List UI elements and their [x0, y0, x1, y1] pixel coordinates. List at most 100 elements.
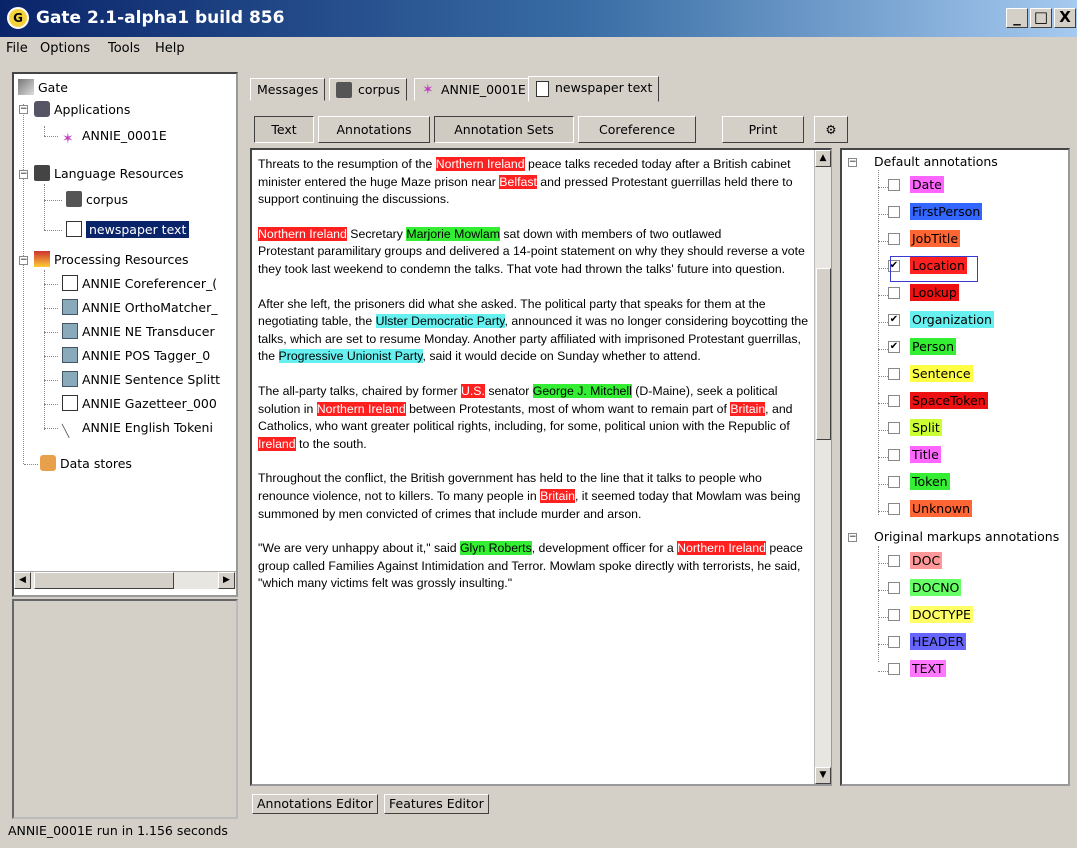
text-vertical-scrollbar[interactable]: ▲ ▼: [814, 150, 831, 784]
tab-newspaper-text[interactable]: newspaper text: [528, 76, 660, 102]
location-annotation[interactable]: Britain: [540, 488, 575, 503]
original-markups-group[interactable]: Original markups annotations: [874, 529, 1059, 544]
annotation-type-row[interactable]: ✔ Person: [888, 338, 957, 360]
tab-annotations-editor[interactable]: Annotations Editor: [252, 794, 379, 814]
checkbox[interactable]: [888, 232, 900, 245]
minimize-button[interactable]: _: [1006, 8, 1028, 28]
checkbox[interactable]: [888, 554, 900, 567]
tree-data-stores[interactable]: Data stores: [40, 454, 132, 474]
annotation-type-row[interactable]: Sentence: [888, 365, 973, 387]
tree-root[interactable]: Gate: [18, 78, 68, 98]
tab-messages[interactable]: Messages: [250, 78, 326, 101]
tree-item-annie-app[interactable]: ✶ ANNIE_0001E: [62, 126, 167, 147]
organization-annotation[interactable]: Progressive Unionist Party: [278, 349, 423, 364]
tree-language-resources[interactable]: Language Resources: [34, 164, 184, 184]
menu-options[interactable]: Options: [40, 41, 90, 56]
location-annotation[interactable]: Ireland: [258, 436, 296, 451]
annotation-type-row[interactable]: TEXT: [888, 660, 946, 682]
annotation-type-row[interactable]: Token: [888, 473, 950, 495]
location-annotation[interactable]: Belfast: [499, 174, 537, 189]
annotation-type-row[interactable]: Lookup: [888, 284, 959, 306]
menu-file[interactable]: File: [6, 41, 28, 56]
tree-processing-resources[interactable]: Processing Resources: [34, 250, 189, 270]
annotation-type-row[interactable]: ✔ Organization: [888, 311, 994, 333]
collapse-icon[interactable]: −: [19, 105, 28, 114]
annotations-button[interactable]: Annotations: [318, 116, 430, 143]
checkbox[interactable]: [888, 421, 900, 434]
annotation-sets-button[interactable]: Annotation Sets: [434, 116, 574, 143]
annotation-type-row[interactable]: DOC: [888, 552, 943, 574]
text-button[interactable]: Text: [254, 116, 314, 143]
checkbox[interactable]: [888, 608, 900, 621]
location-annotation[interactable]: Britain: [730, 401, 766, 416]
checkbox[interactable]: [888, 286, 900, 299]
scroll-right-icon[interactable]: ▶: [218, 572, 235, 589]
annotation-type-row[interactable]: Split: [888, 419, 942, 441]
document-text-panel[interactable]: Threats to the resumption of the Norther…: [250, 148, 832, 786]
location-annotation[interactable]: Northern Ireland: [258, 226, 347, 241]
tab-corpus[interactable]: corpus: [329, 78, 408, 101]
checkbox[interactable]: [888, 394, 900, 407]
tree-horizontal-scrollbar[interactable]: ◀ ▶: [14, 571, 236, 589]
location-annotation[interactable]: U.S.: [460, 383, 485, 398]
tab-annie[interactable]: ✶ ANNIE_0001E: [414, 78, 533, 101]
document-text[interactable]: Threats to the resumption of the Norther…: [258, 156, 814, 610]
print-button[interactable]: Print: [722, 116, 804, 143]
coreference-button[interactable]: Coreference: [578, 116, 696, 143]
scroll-down-icon[interactable]: ▼: [815, 767, 831, 784]
person-annotation[interactable]: George J. Mitchell: [532, 383, 632, 398]
tree-guide-line: [23, 104, 24, 464]
tree-item-pr[interactable]: ANNIE NE Transducer: [62, 322, 215, 342]
scroll-thumb[interactable]: [816, 268, 831, 440]
person-annotation[interactable]: Marjorie Mowlam: [406, 226, 500, 241]
tree-item-pr[interactable]: ANNIE OrthoMatcher_: [62, 298, 217, 318]
checked-checkbox[interactable]: ✔: [888, 313, 900, 326]
annotation-type-row[interactable]: DOCNO: [888, 579, 962, 601]
collapse-icon[interactable]: −: [19, 256, 28, 265]
location-annotation[interactable]: Northern Ireland: [677, 541, 766, 556]
organization-annotation[interactable]: Ulster Democratic Party: [375, 314, 505, 329]
scroll-left-icon[interactable]: ◀: [14, 572, 31, 589]
tree-item-pr[interactable]: ANNIE Coreferencer_(: [62, 274, 217, 294]
close-button[interactable]: X: [1054, 8, 1076, 28]
tree-item-corpus[interactable]: corpus: [66, 190, 128, 210]
default-annotations-group[interactable]: Default annotations: [874, 154, 998, 169]
checkbox[interactable]: [888, 178, 900, 191]
annotation-type-row[interactable]: HEADER: [888, 633, 967, 655]
checkbox[interactable]: [888, 205, 900, 218]
location-annotation[interactable]: Northern Ireland: [316, 401, 406, 416]
checkbox[interactable]: [888, 502, 900, 515]
annotation-type-row[interactable]: DOCTYPE: [888, 606, 973, 628]
location-annotation[interactable]: Northern Ireland: [435, 157, 525, 171]
checkbox[interactable]: [888, 367, 900, 380]
maximize-button[interactable]: □: [1030, 8, 1052, 28]
scroll-up-icon[interactable]: ▲: [815, 150, 831, 167]
annotation-type-row[interactable]: Unknown: [888, 500, 973, 522]
tree-item-pr[interactable]: ANNIE POS Tagger_0: [62, 346, 210, 366]
collapse-icon[interactable]: −: [19, 170, 28, 179]
person-annotation[interactable]: Glyn Roberts: [459, 541, 532, 556]
checkbox[interactable]: [888, 448, 900, 461]
collapse-icon[interactable]: −: [848, 158, 857, 167]
tree-item-pr[interactable]: ANNIE Gazetteer_000: [62, 394, 217, 414]
checked-checkbox[interactable]: ✔: [888, 340, 900, 353]
checkbox[interactable]: [888, 581, 900, 594]
annotation-type-row[interactable]: Date: [888, 176, 944, 198]
checkbox[interactable]: [888, 635, 900, 648]
collapse-icon[interactable]: −: [848, 533, 857, 542]
tree-applications[interactable]: Applications: [34, 100, 130, 120]
tree-item-newspaper-text[interactable]: newspaper text: [66, 220, 190, 240]
tree-item-pr[interactable]: ╲ ANNIE English Tokeni: [62, 418, 213, 438]
annotation-type-row[interactable]: SpaceToken: [888, 392, 988, 414]
menu-tools[interactable]: Tools: [108, 41, 140, 56]
tab-features-editor[interactable]: Features Editor: [384, 794, 489, 814]
checkbox[interactable]: [888, 662, 900, 675]
checkbox[interactable]: [888, 475, 900, 488]
search-tool-button[interactable]: ⚙: [814, 116, 848, 143]
annotation-type-row[interactable]: FirstPerson: [888, 203, 983, 225]
menu-help[interactable]: Help: [155, 41, 185, 56]
annotation-type-row[interactable]: JobTitle: [888, 230, 961, 252]
tree-item-pr[interactable]: ANNIE Sentence Splitt: [62, 370, 220, 390]
scroll-thumb[interactable]: [34, 572, 174, 589]
annotation-type-row[interactable]: Title: [888, 446, 941, 468]
